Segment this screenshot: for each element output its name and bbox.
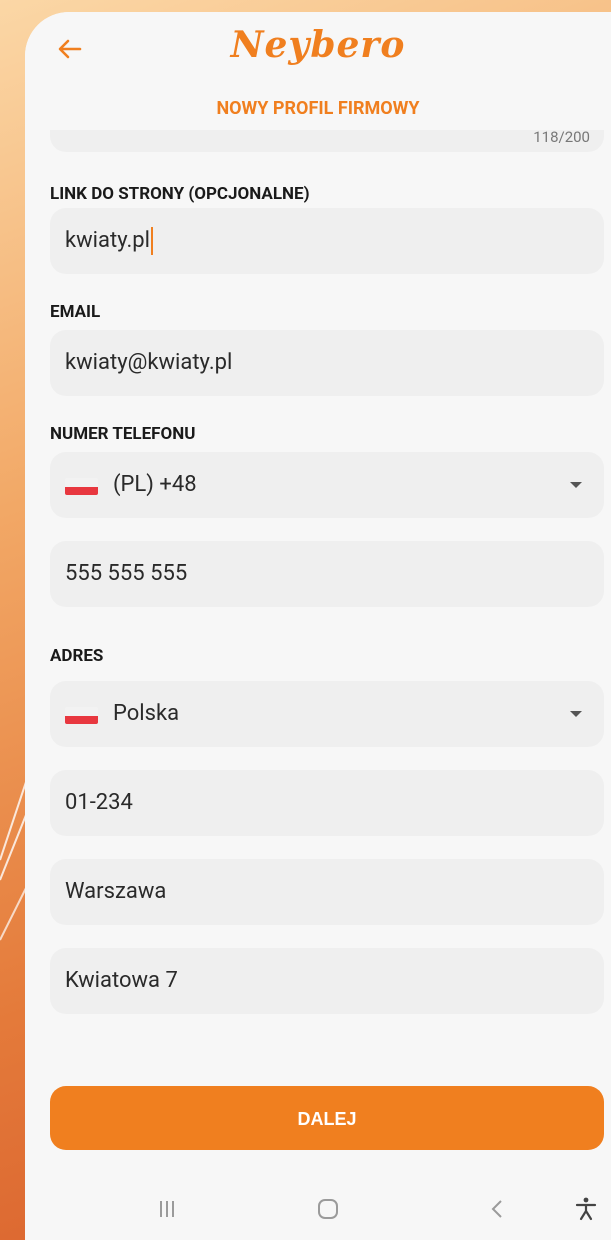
page-title: NOWY PROFIL FIRMOWY bbox=[216, 98, 420, 119]
email-value: kwiaty@kwiaty.pl bbox=[65, 350, 233, 375]
phone-number-input[interactable]: 555 555 555 bbox=[50, 541, 604, 607]
accessibility-icon[interactable] bbox=[566, 1189, 606, 1229]
city-value: Warszawa bbox=[65, 879, 167, 904]
character-counter: 118/200 bbox=[533, 128, 590, 146]
country-value: Polska bbox=[113, 701, 180, 726]
phone-label: NUMER TELEFONU bbox=[50, 424, 196, 444]
email-input[interactable]: kwiaty@kwiaty.pl bbox=[50, 330, 604, 396]
website-value: kwiaty.pl bbox=[65, 228, 150, 253]
website-label: LINK DO STRONY (OPCJONALNE) bbox=[50, 184, 310, 204]
poland-flag-icon bbox=[65, 478, 98, 495]
phone-number-value: 555 555 555 bbox=[65, 561, 188, 586]
chevron-down-icon bbox=[570, 711, 582, 717]
country-select[interactable]: Polska bbox=[50, 681, 604, 747]
app-logo: Neybero bbox=[230, 24, 406, 66]
address-label: ADRES bbox=[50, 646, 104, 666]
email-label: EMAIL bbox=[50, 302, 101, 322]
system-navigation-bar bbox=[25, 1175, 611, 1240]
app-header: Neybero NOWY PROFIL FIRMOWY bbox=[25, 12, 611, 130]
app-screen: 118/200 LINK DO STRONY (OPCJONALNE) kwia… bbox=[25, 12, 611, 1240]
back-icon[interactable] bbox=[477, 1189, 517, 1229]
recent-apps-icon[interactable] bbox=[147, 1189, 187, 1229]
street-value: Kwiatowa 7 bbox=[65, 968, 178, 993]
postal-code-input[interactable]: 01-234 bbox=[50, 770, 604, 836]
city-input[interactable]: Warszawa bbox=[50, 859, 604, 925]
poland-flag-icon bbox=[65, 707, 98, 724]
website-input[interactable]: kwiaty.pl bbox=[50, 208, 604, 274]
street-input[interactable]: Kwiatowa 7 bbox=[50, 948, 604, 1014]
form-scroll-area[interactable]: 118/200 LINK DO STRONY (OPCJONALNE) kwia… bbox=[25, 12, 611, 1240]
text-cursor bbox=[150, 227, 153, 256]
home-icon[interactable] bbox=[308, 1189, 348, 1229]
postal-code-value: 01-234 bbox=[65, 790, 133, 815]
country-code-value: (PL) +48 bbox=[113, 472, 197, 497]
country-code-select[interactable]: (PL) +48 bbox=[50, 452, 604, 518]
chevron-down-icon bbox=[570, 482, 582, 488]
next-button[interactable]: DALEJ bbox=[50, 1086, 604, 1150]
